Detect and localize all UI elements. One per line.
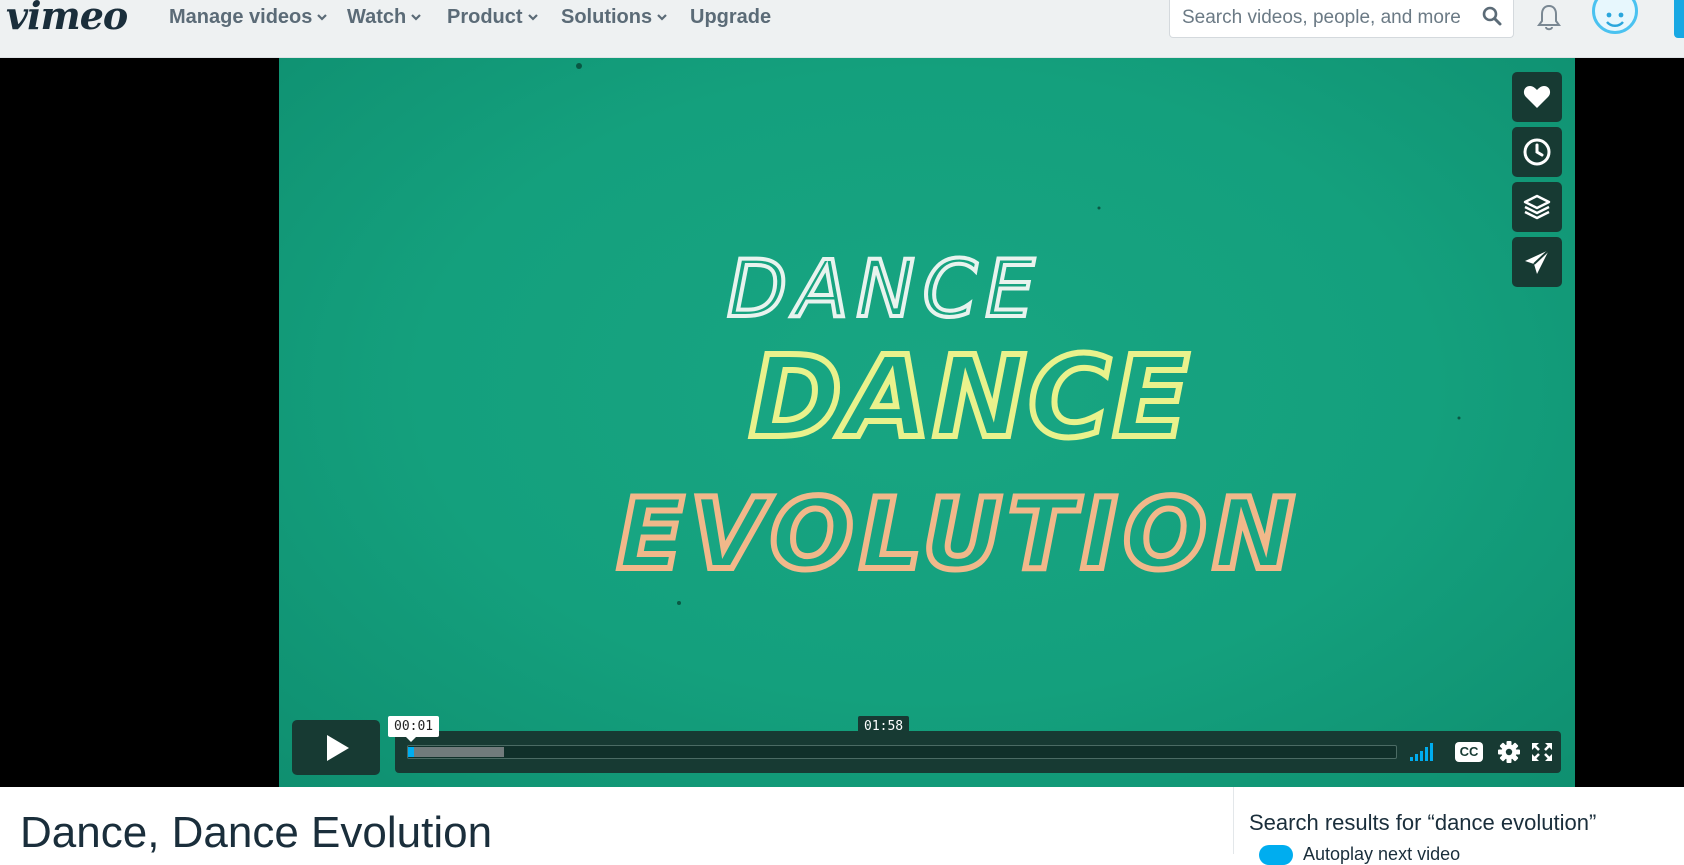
video-frame[interactable]: DANCE DANCE EVOLUTION <box>279 58 1575 787</box>
closed-captions-button[interactable]: CC <box>1455 740 1485 764</box>
gear-icon[interactable] <box>1496 740 1522 764</box>
nav-watch[interactable]: Watch <box>347 6 422 28</box>
watch-later-button[interactable] <box>1512 127 1562 177</box>
top-navigation-bar: vimeo Manage videos Watch Product Soluti… <box>0 0 1684 58</box>
search-results-heading: Search results for “dance evolution” <box>1249 810 1597 835</box>
volume-icon[interactable] <box>1409 740 1435 764</box>
bell-icon[interactable] <box>1536 2 1562 32</box>
fullscreen-icon[interactable] <box>1529 740 1555 764</box>
player-controls: CC <box>395 731 1561 773</box>
autoplay-toggle[interactable] <box>1259 844 1293 865</box>
title-line-1: DANCE <box>727 245 1043 335</box>
search-input[interactable] <box>1182 6 1472 30</box>
nav-label: Manage videos <box>169 6 313 28</box>
layers-icon <box>1523 194 1551 220</box>
progress-played <box>408 747 414 757</box>
title-line-3: EVOLUTION <box>617 478 1301 592</box>
paper-plane-icon <box>1525 249 1550 274</box>
avatar[interactable] <box>1592 0 1638 34</box>
video-title: Dance, Dance Evolution <box>20 808 493 857</box>
nav-label: Product <box>447 6 523 28</box>
chevron-down-icon <box>411 14 422 21</box>
play-icon <box>327 734 349 761</box>
chevron-down-icon <box>317 14 328 21</box>
collections-button[interactable] <box>1512 182 1562 232</box>
search-icon[interactable] <box>1481 5 1503 27</box>
nav-label: Upgrade <box>690 6 772 28</box>
share-button[interactable] <box>1512 237 1562 287</box>
autoplay-row: Autoplay next video <box>1259 844 1460 865</box>
nav-product[interactable]: Product <box>447 6 539 28</box>
autoplay-label: Autoplay next video <box>1303 844 1461 864</box>
play-button[interactable] <box>292 720 380 775</box>
nav-solutions[interactable]: Solutions <box>561 6 668 28</box>
avatar-face-icon <box>1606 12 1624 27</box>
title-card-art: DANCE DANCE EVOLUTION <box>576 63 1461 605</box>
like-button[interactable] <box>1512 72 1562 122</box>
total-duration-label: 01:58 <box>858 716 910 737</box>
upload-button-edge[interactable] <box>1674 0 1684 38</box>
nav-upgrade[interactable]: Upgrade <box>690 6 771 28</box>
chevron-down-icon <box>527 14 538 21</box>
heart-icon <box>1523 86 1551 108</box>
nav-label: Solutions <box>561 6 653 28</box>
nav-label: Watch <box>347 6 407 28</box>
title-line-2: DANCE <box>749 333 1191 463</box>
search-box <box>1169 0 1514 38</box>
nav-manage-videos[interactable]: Manage videos <box>169 6 328 28</box>
search-results-sidebar: Search results for “dance evolution” Aut… <box>1233 787 1684 865</box>
progress-bar[interactable] <box>407 745 1397 759</box>
video-player[interactable]: DANCE DANCE EVOLUTION <box>0 58 1684 787</box>
vimeo-logo[interactable]: vimeo <box>6 0 128 35</box>
current-time-tooltip: 00:01 <box>388 716 440 742</box>
chevron-down-icon <box>657 14 667 21</box>
clock-icon <box>1523 138 1551 166</box>
cc-icon: CC <box>1455 742 1483 762</box>
progress-buffered <box>408 747 504 757</box>
